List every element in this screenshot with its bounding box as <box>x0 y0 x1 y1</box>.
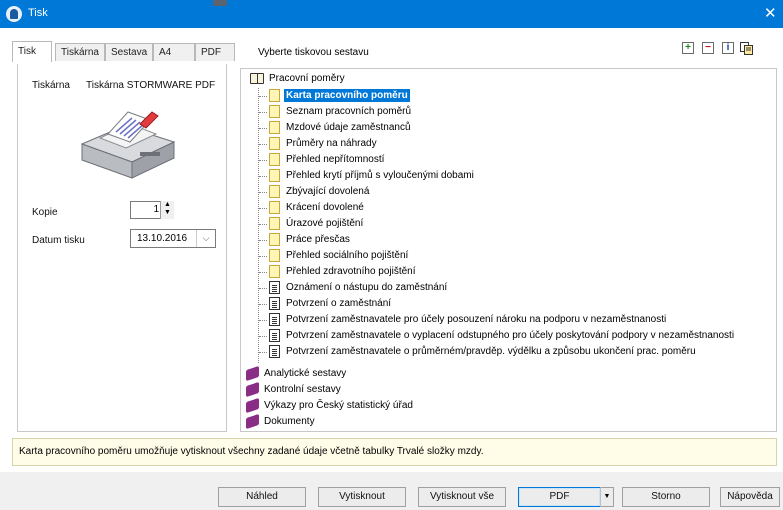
note-icon <box>269 121 280 134</box>
help-button[interactable]: Nápověda <box>720 487 780 507</box>
copy-report-icon[interactable] <box>740 42 753 55</box>
tree-item-label: Potvrzení zaměstnavatele o vyplacení ods… <box>286 330 735 341</box>
note-icon <box>269 217 280 230</box>
note-icon <box>269 89 280 102</box>
window-titlebar: Tisk ✕ <box>0 0 783 28</box>
tree-item-label: Přehled zdravotního pojištění <box>286 266 416 277</box>
expand-plus-icon[interactable]: + <box>682 42 694 54</box>
tree-connector <box>258 88 259 363</box>
titlebar-tab-notch <box>213 0 227 6</box>
tree-connector <box>259 176 267 177</box>
tab-a4[interactable]: A4 <box>153 43 195 61</box>
tree-connector <box>259 320 267 321</box>
tree-connector <box>259 336 267 337</box>
tab-pdf[interactable]: PDF <box>195 43 235 61</box>
tree-item-label: Úrazové pojištění <box>286 218 364 229</box>
tree-connector <box>259 352 267 353</box>
tree-item-label: Přehled nepřítomností <box>286 154 385 165</box>
tree-connector <box>259 96 267 97</box>
printer-label: Tiskárna <box>32 80 70 91</box>
open-book-icon <box>250 73 264 84</box>
note-icon <box>269 233 280 246</box>
book-icon <box>246 365 259 382</box>
tab-tisk[interactable]: Tisk <box>12 41 52 62</box>
document-icon <box>269 281 280 294</box>
app-logo-icon <box>6 6 22 22</box>
book-icon <box>246 413 259 430</box>
copies-stepper[interactable]: ▲ ▼ <box>160 201 174 219</box>
tree-item-label: Potvrzení zaměstnavatele o průměrném/pra… <box>286 346 696 357</box>
note-icon <box>269 185 280 198</box>
tree-item-label: Přehled sociálního pojištění <box>286 250 409 261</box>
tree-connector <box>259 240 267 241</box>
tree-connector <box>259 272 267 273</box>
pdf-button[interactable]: PDF <box>518 487 601 507</box>
note-icon <box>269 265 280 278</box>
close-icon[interactable]: ✕ <box>764 4 777 22</box>
tree-item-label: Potvrzení o zaměstnání <box>286 298 392 309</box>
book-icon <box>246 397 259 414</box>
window-title: Tisk <box>28 7 48 19</box>
tree-item-label: Oznámení o nástupu do zaměstnání <box>286 282 448 293</box>
tree-item-label: Krácení dovolené <box>286 202 364 213</box>
print-button[interactable]: Vytisknout <box>318 487 406 507</box>
report-tree[interactable]: Pracovní poměry Analytické sestavy Kontr… <box>240 68 777 432</box>
note-icon <box>269 153 280 166</box>
printer-icon <box>78 102 176 182</box>
tree-item-label: Průměry na náhrady <box>286 138 377 149</box>
tree-connector <box>259 288 267 289</box>
copies-label: Kopie <box>32 207 58 218</box>
document-icon <box>269 313 280 326</box>
tree-item-label: Zbývající dovolená <box>286 186 370 197</box>
collapse-minus-icon[interactable]: − <box>702 42 714 54</box>
tree-connector <box>259 224 267 225</box>
chevron-down-icon[interactable]: ⌵ <box>196 230 215 247</box>
tree-item-label: Seznam pracovních poměrů <box>286 106 412 117</box>
note-icon <box>269 249 280 262</box>
note-icon <box>269 169 280 182</box>
report-description: Karta pracovního poměru umožňuje vytiskn… <box>12 438 777 466</box>
note-icon <box>269 137 280 150</box>
tree-connector <box>259 304 267 305</box>
document-icon <box>269 297 280 310</box>
note-icon <box>269 201 280 214</box>
document-icon <box>269 329 280 342</box>
printer-value: Tiskárna STORMWARE PDF <box>86 80 216 91</box>
report-section-title: Vyberte tiskovou sestavu <box>258 47 369 58</box>
tree-connector <box>259 112 267 113</box>
tab-sestava[interactable]: Sestava <box>105 43 153 61</box>
tree-connector <box>259 256 267 257</box>
preview-button[interactable]: Náhled <box>218 487 306 507</box>
tree-connector <box>259 128 267 129</box>
tree-item-label: Karta pracovního poměru <box>284 89 410 102</box>
info-icon[interactable]: i <box>722 42 734 54</box>
document-icon <box>269 345 280 358</box>
tree-item-label: Mzdové údaje zaměstnanců <box>286 122 411 133</box>
cancel-button[interactable]: Storno <box>622 487 710 507</box>
book-icon <box>246 381 259 398</box>
tree-item-label: Přehled krytí příjmů s vyloučenými dobam… <box>286 170 474 181</box>
tab-tiskarna[interactable]: Tiskárna <box>55 43 105 61</box>
pdf-dropdown-chevron-icon[interactable]: ▼ <box>600 487 614 507</box>
tree-connector <box>259 160 267 161</box>
tree-item-label: Potvrzení zaměstnavatele pro účely posou… <box>286 314 667 325</box>
tree-item-label: Práce přesčas <box>286 234 350 245</box>
tree-connector <box>259 208 267 209</box>
tree-connector <box>259 192 267 193</box>
print-date-label: Datum tisku <box>32 235 85 246</box>
print-all-button[interactable]: Vytisknout vše <box>418 487 506 507</box>
tree-connector <box>259 144 267 145</box>
note-icon <box>269 105 280 118</box>
